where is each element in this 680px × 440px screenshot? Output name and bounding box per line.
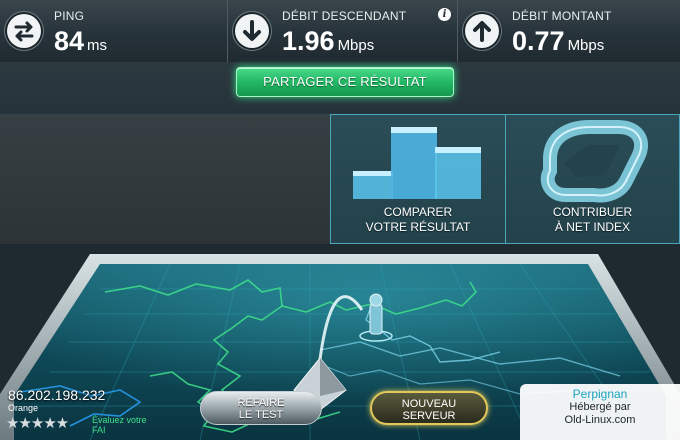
download-value: 1.96 [282, 26, 335, 56]
download-stat: DÉBIT DESCENDANT 1.96 Mbps i [228, 0, 458, 62]
down-arrow-icon [235, 14, 269, 48]
retest-line2: LE TEST [238, 409, 284, 421]
results-bar: PING 84 ms DÉBIT DESCENDANT 1.96 Mbps i DÉ… [0, 0, 680, 63]
client-ip: 86.202.198.232 [8, 387, 106, 403]
bar-chart-icon [353, 127, 481, 199]
upload-label: DÉBIT MONTANT [512, 9, 612, 23]
client-isp: Orange [8, 403, 39, 413]
server-city: Perpignan [572, 387, 628, 401]
share-strip: PARTAGER CE RÉSULTAT [0, 62, 680, 114]
download-label: DÉBIT DESCENDANT [282, 9, 407, 23]
compare-tile-label: COMPARER VOTRE RÉSULTAT [331, 205, 505, 235]
contribute-label-line1: CONTRIBUER [552, 205, 633, 219]
compare-label-line1: COMPARER [383, 205, 453, 219]
upload-value: 0.77 [512, 26, 565, 56]
rate-isp-link[interactable]: Évaluez votre FAI [92, 415, 147, 435]
upload-unit: Mbps [567, 37, 605, 54]
contribute-label-line2: À NET INDEX [554, 220, 631, 234]
share-result-button[interactable]: PARTAGER CE RÉSULTAT [236, 67, 454, 97]
rate-isp-line2: FAI [92, 425, 106, 435]
ping-value: 84 [54, 26, 85, 56]
info-icon[interactable]: i [438, 8, 451, 21]
contribute-tile-label: CONTRIBUER À NET INDEX [506, 205, 679, 235]
upload-stat: DÉBIT MONTANT 0.77 Mbps [458, 0, 680, 62]
isp-rating-stars[interactable]: ★★★★★ [6, 414, 69, 432]
compare-result-tile[interactable]: COMPARER VOTRE RÉSULTAT [330, 114, 505, 244]
hosted-by-label: Hébergé par [569, 401, 631, 413]
upload-value-group: 0.77 Mbps [512, 26, 604, 57]
download-value-group: 1.96 Mbps [282, 26, 374, 57]
retest-line1: REFAIRE [237, 397, 285, 409]
net-index-logo-icon [540, 120, 649, 203]
ping-label: PING [54, 9, 85, 23]
up-arrow-icon [465, 14, 499, 48]
contribute-net-index-tile[interactable]: CONTRIBUER À NET INDEX [505, 114, 680, 244]
new-server-line1: NOUVEAU [401, 398, 457, 410]
new-server-line2: SERVEUR [402, 410, 456, 422]
retest-button[interactable]: REFAIRE LE TEST [200, 391, 322, 425]
rate-isp-line1: Évaluez votre [92, 415, 147, 425]
ping-value-group: 84 ms [54, 26, 107, 57]
new-server-button[interactable]: NOUVEAU SERVEUR [370, 391, 488, 425]
exchange-arrows-icon [7, 14, 41, 48]
server-info-box: Perpignan Hébergé par Old-Linux.com [520, 384, 680, 440]
ping-stat: PING 84 ms [0, 0, 228, 62]
server-host: Old-Linux.com [564, 414, 636, 426]
download-unit: Mbps [337, 37, 375, 54]
compare-label-line2: VOTRE RÉSULTAT [365, 220, 471, 234]
ping-unit: ms [87, 37, 108, 54]
